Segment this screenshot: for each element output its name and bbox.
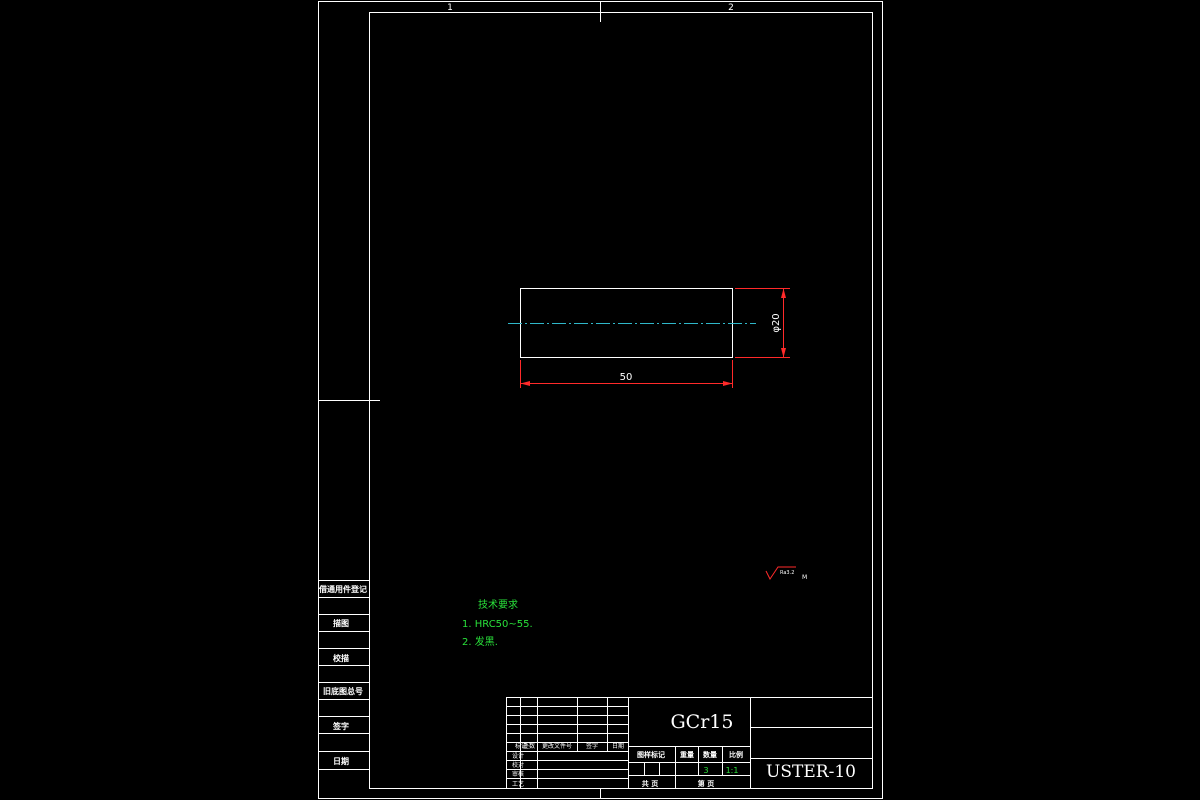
zone-label-2: 2: [728, 3, 734, 13]
row-design: 设计: [512, 752, 524, 760]
sheet-inner-frame: [369, 12, 873, 789]
side-label-check-trace: 校描: [333, 653, 349, 663]
title-block: 标记 处数 更改文件号 签字 日期 设计 校对 审核 工艺 GCr15 图样标记…: [506, 697, 873, 789]
side-label-registration: 借通用件登记: [318, 584, 367, 594]
side-label-old-drawing: 旧底图总号: [323, 686, 363, 696]
stage-mark-label: 图样标记: [637, 750, 665, 759]
sheet-index-label: 第 页: [698, 779, 714, 788]
header-change-doc: 更改文件号: [542, 742, 572, 750]
side-label-signature: 签字: [332, 721, 349, 731]
quantity-value: 3: [703, 766, 708, 775]
weight-label: 重量: [680, 750, 694, 759]
row-process: 工艺: [512, 780, 524, 788]
dimension-length-text: 50: [620, 372, 633, 383]
dimension-diameter: φ20: [735, 288, 790, 358]
drawing-canvas: 1 2 50 φ20 Ra3.2 M 借通用件登记 描图 校描 旧底图总号 签字…: [318, 1, 883, 799]
dimension-length: 50: [520, 360, 733, 388]
tech-requirements-title: 技术要求: [478, 598, 518, 611]
tech-requirement-1: 1. HRC50~55.: [462, 619, 533, 630]
scale-label: 比例: [729, 750, 743, 759]
side-registration-column: 借通用件登记 描图 校描 旧底图总号 签字 日期: [318, 580, 369, 770]
roughness-extra: M: [802, 574, 807, 581]
side-label-trace: 描图: [333, 618, 349, 628]
drawing-number: USTER-10: [766, 762, 856, 782]
dimension-diameter-text: φ20: [771, 313, 782, 332]
roughness-value: Ra3.2: [780, 570, 794, 576]
quantity-label: 数量: [703, 750, 717, 759]
roughness-symbol: Ra3.2 M: [765, 566, 807, 581]
sheet-total-label: 共 页: [642, 779, 658, 788]
material-name: GCr15: [671, 711, 734, 733]
row-proofread: 校对: [512, 761, 524, 769]
row-review: 审核: [512, 770, 524, 778]
header-date: 日期: [612, 742, 624, 750]
tech-requirement-2: 2. 发黑.: [462, 635, 498, 648]
zone-label-1: 1: [447, 3, 453, 13]
side-label-date: 日期: [333, 756, 349, 766]
scale-value: 1:1: [726, 766, 739, 775]
sheet-outer-border: [318, 1, 883, 799]
header-count: 处数: [523, 742, 535, 750]
technical-requirements: 技术要求 1. HRC50~55. 2. 发黑.: [462, 598, 533, 648]
header-signature: 签字: [586, 742, 598, 750]
